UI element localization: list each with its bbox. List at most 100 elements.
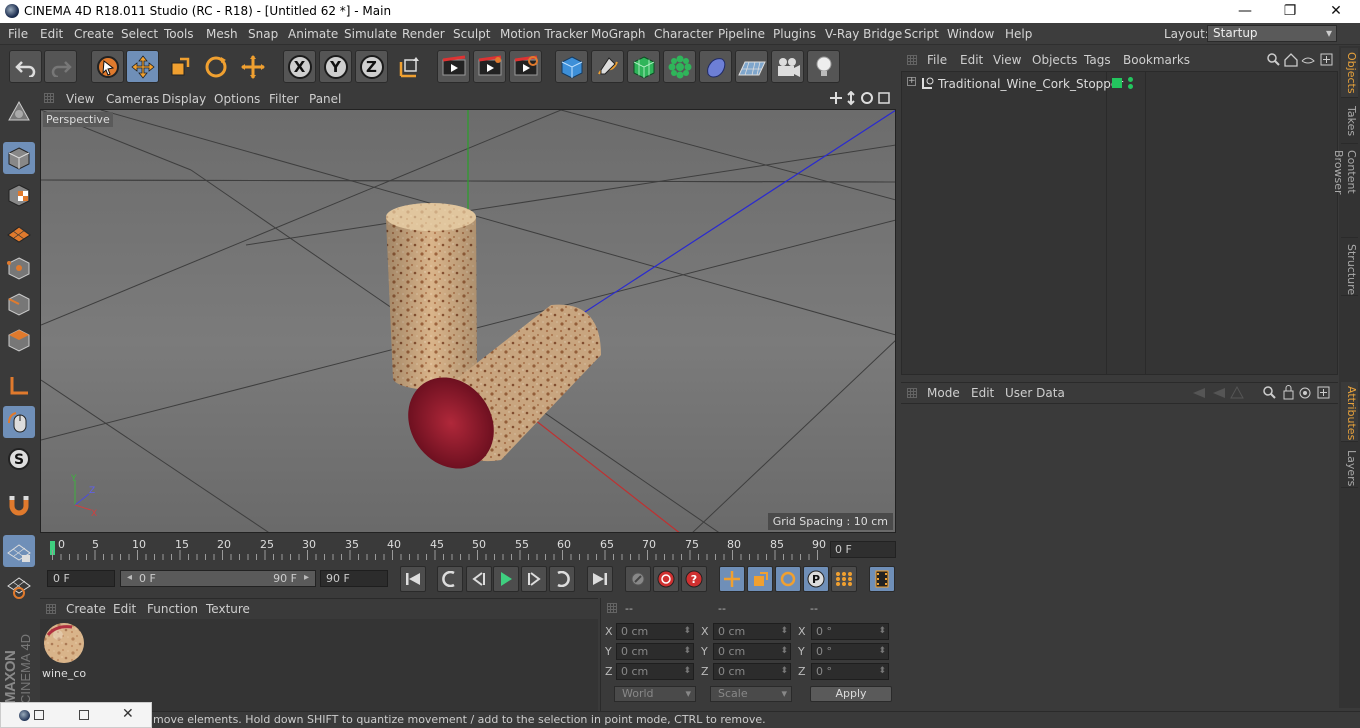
menu-create[interactable]: Create <box>74 27 114 41</box>
tab-objects[interactable]: Objects <box>1341 48 1358 98</box>
workplane-align-button[interactable] <box>3 570 35 602</box>
attributes-nav-icons[interactable] <box>1191 385 1336 401</box>
polygons-mode-button[interactable] <box>3 324 35 356</box>
position-y-field[interactable]: 0 cm <box>616 643 694 660</box>
size-x-field[interactable]: 0 cm <box>713 623 791 640</box>
layer-color-swatch[interactable] <box>1112 78 1122 88</box>
viewport-menu-display[interactable]: Display <box>162 92 206 106</box>
key-scale-button[interactable] <box>747 566 773 592</box>
attributes-menu-mode[interactable]: Mode <box>927 386 960 400</box>
material-menu-edit[interactable]: Edit <box>113 602 136 616</box>
coordinate-system-button[interactable] <box>392 50 425 83</box>
menu-render[interactable]: Render <box>402 27 445 41</box>
live-selection-button[interactable] <box>91 50 124 83</box>
key-point-level-button[interactable] <box>831 566 857 592</box>
size-y-field[interactable]: 0 cm <box>713 643 791 660</box>
tab-layers[interactable]: Layers <box>1341 446 1358 488</box>
coordinate-mode-dropdown[interactable]: World ▾ <box>614 686 696 702</box>
menu-mesh[interactable]: Mesh <box>206 27 238 41</box>
deformer-button[interactable] <box>699 50 732 83</box>
y-axis-lock-button[interactable]: Y <box>319 50 352 83</box>
3d-viewport[interactable]: Y Z X Perspective Grid Spacing : 10 cm <box>40 109 896 533</box>
minimize-button[interactable]: — <box>1222 0 1268 23</box>
tab-structure[interactable]: Structure <box>1341 240 1358 296</box>
cloner-button[interactable] <box>663 50 696 83</box>
viewport-menu-view[interactable]: View <box>66 92 94 106</box>
play-button[interactable] <box>493 566 519 592</box>
edges-mode-button[interactable] <box>3 288 35 320</box>
render-view-button[interactable] <box>437 50 470 83</box>
maximize-icon[interactable] <box>79 710 89 720</box>
current-frame-field[interactable]: 0 F <box>830 541 896 558</box>
axis-mode-button[interactable] <box>3 370 35 402</box>
camera-button[interactable] <box>771 50 804 83</box>
z-axis-lock-button[interactable]: Z <box>355 50 388 83</box>
menu-animate[interactable]: Animate <box>288 27 338 41</box>
viewport-camera-label[interactable]: Perspective <box>43 112 113 127</box>
move-tool-button[interactable] <box>126 50 159 83</box>
render-to-picture-viewer-button[interactable] <box>473 50 506 83</box>
close-icon[interactable]: ✕ <box>122 706 134 722</box>
tab-takes[interactable]: Takes <box>1341 102 1358 144</box>
object-manager-nav-icons[interactable] <box>1266 52 1336 68</box>
size-mode-dropdown[interactable]: Scale ▾ <box>710 686 792 702</box>
size-z-field[interactable]: 0 cm <box>713 663 791 680</box>
subdivision-surface-button[interactable] <box>627 50 660 83</box>
points-mode-button[interactable] <box>3 252 35 284</box>
snap-button[interactable]: S <box>3 443 35 475</box>
magnet-button[interactable] <box>3 489 35 521</box>
material-menu-function[interactable]: Function <box>147 602 198 616</box>
close-button[interactable]: ✕ <box>1313 0 1359 23</box>
menu-vray-bridge[interactable]: V-Ray Bridge <box>825 27 902 41</box>
rotation-h-field[interactable]: 0 ° <box>811 623 889 640</box>
layout-dropdown[interactable]: Startup <box>1207 25 1337 42</box>
next-frame-button[interactable] <box>521 566 547 592</box>
previous-frame-button[interactable] <box>466 566 492 592</box>
rotation-p-field[interactable]: 0 ° <box>811 643 889 660</box>
menu-snap[interactable]: Snap <box>248 27 278 41</box>
pen-spline-button[interactable] <box>591 50 624 83</box>
material-menu-texture[interactable]: Texture <box>206 602 250 616</box>
maximize-button[interactable]: ❐ <box>1267 0 1313 23</box>
attributes-menu-user-data[interactable]: User Data <box>1005 386 1065 400</box>
frame-range-slider[interactable]: ◂ 0 F 90 F ▸ <box>120 570 316 587</box>
restore-icon[interactable] <box>34 710 44 720</box>
menu-mograph[interactable]: MoGraph <box>591 27 646 41</box>
go-to-start-button[interactable] <box>400 566 426 592</box>
menu-select[interactable]: Select <box>121 27 158 41</box>
editor-visibility-dot[interactable] <box>1128 77 1133 82</box>
move-all-button[interactable] <box>236 50 269 83</box>
start-frame-field[interactable]: 0 F <box>47 570 115 587</box>
expand-toggle-icon[interactable]: + <box>907 77 916 86</box>
viewport-menu-filter[interactable]: Filter <box>269 92 299 106</box>
workplane-mode-button[interactable] <box>3 215 35 247</box>
next-key-button[interactable] <box>549 566 575 592</box>
texture-mode-button[interactable] <box>3 179 35 211</box>
object-menu-file[interactable]: File <box>927 53 947 67</box>
rotate-tool-button[interactable] <box>199 50 232 83</box>
menu-edit[interactable]: Edit <box>40 27 63 41</box>
menu-help[interactable]: Help <box>1005 27 1032 41</box>
menu-pipeline[interactable]: Pipeline <box>718 27 765 41</box>
viewport-menu-panel[interactable]: Panel <box>309 92 341 106</box>
edit-render-settings-button[interactable] <box>509 50 542 83</box>
apply-button[interactable]: Apply <box>810 686 892 702</box>
key-position-button[interactable] <box>719 566 745 592</box>
tweak-mode-button[interactable] <box>3 406 35 438</box>
cube-object-button[interactable] <box>555 50 588 83</box>
key-parameter-button[interactable]: P <box>803 566 829 592</box>
light-button[interactable] <box>807 50 840 83</box>
menu-motion-tracker[interactable]: Motion Tracker <box>500 27 588 41</box>
motion-path-button[interactable] <box>625 566 651 592</box>
viewport-navigation-icons[interactable] <box>829 91 893 106</box>
tab-content-browser[interactable]: Content Browser <box>1332 146 1358 238</box>
previous-key-button[interactable] <box>437 566 463 592</box>
workplane-lock-button[interactable] <box>3 535 35 567</box>
object-row[interactable]: + Traditional_Wine_Cork_Stopper <box>902 74 1337 92</box>
go-to-end-button[interactable] <box>587 566 613 592</box>
object-menu-edit[interactable]: Edit <box>960 53 983 67</box>
scale-tool-button[interactable] <box>163 50 196 83</box>
end-frame-field[interactable]: 90 F <box>320 570 388 587</box>
menu-window[interactable]: Window <box>947 27 994 41</box>
x-axis-lock-button[interactable]: X <box>283 50 316 83</box>
